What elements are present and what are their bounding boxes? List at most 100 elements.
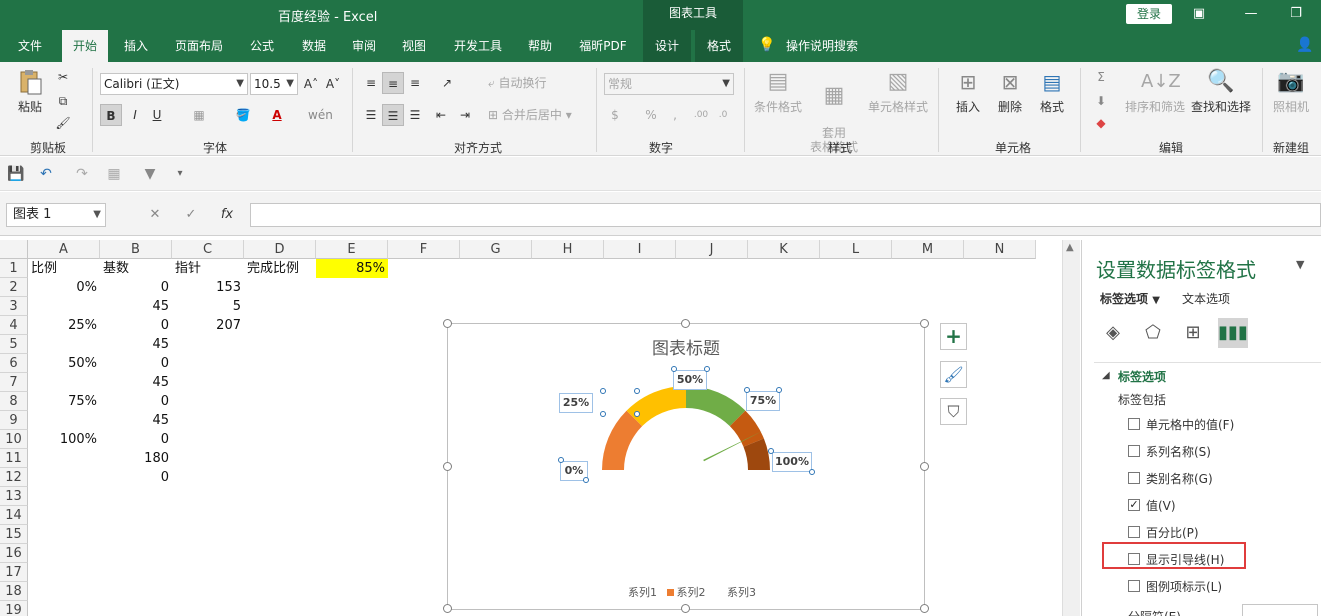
tab-label-options[interactable]: 标签选项 ▼ xyxy=(1100,290,1160,307)
row-header-3[interactable]: 3 xyxy=(0,297,28,316)
column-header-k[interactable]: K xyxy=(748,240,820,259)
filter-icon[interactable]: ▼ xyxy=(140,165,160,183)
vertical-scrollbar[interactable]: ▲ xyxy=(1062,240,1080,616)
pane-options-chevron-icon[interactable]: ▼ xyxy=(1296,258,1304,271)
formula-input[interactable] xyxy=(250,203,1321,227)
increase-decimal-icon[interactable]: .00 xyxy=(690,104,712,126)
tab-foxit-pdf[interactable]: 福昕PDF xyxy=(572,30,634,62)
font-name-combo[interactable]: Calibri (正文) ▼ xyxy=(100,73,248,95)
ribbon-display-options-icon[interactable]: ▣ xyxy=(1188,4,1210,24)
font-color-icon[interactable]: A xyxy=(266,104,288,126)
phonetic-icon[interactable]: wén xyxy=(308,104,333,126)
option-category-name[interactable]: 类别名称(G) xyxy=(1146,470,1213,487)
share-user-icon[interactable]: 👤 xyxy=(1296,37,1313,53)
tab-data[interactable]: 数据 xyxy=(294,30,334,62)
cell-a6[interactable]: 50% xyxy=(28,354,100,373)
cell-b1[interactable]: 基数 xyxy=(100,259,172,278)
label-handle[interactable] xyxy=(768,448,774,454)
data-label-75[interactable]: 75% xyxy=(746,391,780,411)
row-header-12[interactable]: 12 xyxy=(0,468,28,487)
row-header-9[interactable]: 9 xyxy=(0,411,28,430)
label-handle[interactable] xyxy=(558,457,564,463)
resize-handle[interactable] xyxy=(920,604,929,613)
tab-help[interactable]: 帮助 xyxy=(520,30,560,62)
save-icon[interactable]: 💾 xyxy=(6,165,26,183)
find-select-button[interactable]: 🔍 查找和选择 xyxy=(1190,68,1252,115)
cut-icon[interactable]: ✂ xyxy=(52,66,74,88)
align-left-icon[interactable]: ☰ xyxy=(360,104,382,126)
label-options-bar-chart-icon[interactable]: ▮▮▮ xyxy=(1218,318,1248,348)
insert-function-button[interactable]: fx xyxy=(212,203,242,227)
row-header-10[interactable]: 10 xyxy=(0,430,28,449)
label-handle[interactable] xyxy=(583,477,589,483)
resize-handle[interactable] xyxy=(443,604,452,613)
chart-legend[interactable]: 系列1 系列2 系列3 xyxy=(628,584,756,600)
align-bottom-icon[interactable]: ≡ xyxy=(404,72,426,94)
effects-pentagon-icon[interactable]: ⬠ xyxy=(1138,318,1168,348)
resize-handle[interactable] xyxy=(920,319,929,328)
align-right-icon[interactable]: ☰ xyxy=(404,104,426,126)
checkbox-value-from-cells[interactable] xyxy=(1128,418,1140,430)
tab-home[interactable]: 开始 xyxy=(62,30,108,62)
row-header-16[interactable]: 16 xyxy=(0,544,28,563)
separator-select[interactable] xyxy=(1242,604,1318,616)
section-collapse-icon[interactable]: ◢ xyxy=(1102,370,1110,381)
chart-styles-brush-icon[interactable]: 🖌 xyxy=(940,361,967,388)
column-header-f[interactable]: F xyxy=(388,240,460,259)
label-handle[interactable] xyxy=(809,469,815,475)
column-header-d[interactable]: D xyxy=(244,240,316,259)
cell-b8[interactable]: 0 xyxy=(100,392,172,411)
data-label-100[interactable]: 100% xyxy=(772,452,812,472)
paste-button[interactable]: 粘贴 xyxy=(10,68,50,115)
camera-button[interactable]: 📷 照相机 xyxy=(1268,68,1314,115)
gauge-plot[interactable] xyxy=(448,324,926,611)
cell-b12[interactable]: 0 xyxy=(100,468,172,487)
cell-e1[interactable]: 85% xyxy=(316,259,388,278)
option-value-from-cells[interactable]: 单元格中的值(F) xyxy=(1146,416,1234,433)
scroll-up-icon[interactable]: ▲ xyxy=(1066,242,1074,253)
row-header-15[interactable]: 15 xyxy=(0,525,28,544)
accounting-format-icon[interactable]: $ xyxy=(604,104,626,126)
column-header-j[interactable]: J xyxy=(676,240,748,259)
wrap-text-button[interactable]: ⤶ 自动换行 xyxy=(488,72,547,94)
fill-color-icon[interactable]: 🪣 xyxy=(232,104,254,126)
customize-qat-icon[interactable]: ▾ xyxy=(170,165,190,183)
enter-icon[interactable]: ✓ xyxy=(176,203,206,227)
cell-a1[interactable]: 比例 xyxy=(28,259,100,278)
column-header-i[interactable]: I xyxy=(604,240,676,259)
orientation-icon[interactable]: ↗ xyxy=(436,72,458,94)
resize-handle[interactable] xyxy=(443,319,452,328)
align-center-icon[interactable]: ☰ xyxy=(382,104,404,126)
column-header-n[interactable]: N xyxy=(964,240,1036,259)
insert-cells-button[interactable]: ⊞ 插入 xyxy=(948,68,988,115)
fill-icon[interactable]: ⬇ xyxy=(1090,90,1112,112)
cell-c2[interactable]: 153 xyxy=(172,278,244,297)
tab-review[interactable]: 审阅 xyxy=(344,30,384,62)
label-handle[interactable] xyxy=(634,411,640,417)
column-header-g[interactable]: G xyxy=(460,240,532,259)
tab-view[interactable]: 视图 xyxy=(394,30,434,62)
delete-cells-button[interactable]: ⊠ 删除 xyxy=(990,68,1030,115)
label-handle[interactable] xyxy=(600,388,606,394)
cell-b10[interactable]: 0 xyxy=(100,430,172,449)
label-handle[interactable] xyxy=(744,387,750,393)
resize-handle[interactable] xyxy=(443,462,452,471)
percent-style-icon[interactable]: % xyxy=(640,104,662,126)
border-icon[interactable]: ▦ xyxy=(188,104,210,126)
data-label-50[interactable]: 50% xyxy=(673,370,707,390)
size-properties-icon[interactable]: ⊞ xyxy=(1178,318,1208,348)
chart-area[interactable]: 图表标题 25% 50% 75% 0% 100% 系列1 系列2 系列3 xyxy=(447,323,925,610)
column-header-m[interactable]: M xyxy=(892,240,964,259)
column-header-h[interactable]: H xyxy=(532,240,604,259)
fill-line-icon[interactable]: ◈ xyxy=(1098,318,1128,348)
chart-filters-icon[interactable]: ⛉ xyxy=(940,398,967,425)
decrease-decimal-icon[interactable]: .0 xyxy=(712,104,734,126)
merge-center-button[interactable]: ⊞ 合并后居中 ▾ xyxy=(488,104,572,126)
column-header-a[interactable]: A xyxy=(28,240,100,259)
cell-b3[interactable]: 45 xyxy=(100,297,172,316)
cell-b11[interactable]: 180 xyxy=(100,449,172,468)
number-format-combo[interactable]: 常规 ▼ xyxy=(604,73,734,95)
cell-b2[interactable]: 0 xyxy=(100,278,172,297)
row-header-18[interactable]: 18 xyxy=(0,582,28,601)
label-handle[interactable] xyxy=(600,411,606,417)
